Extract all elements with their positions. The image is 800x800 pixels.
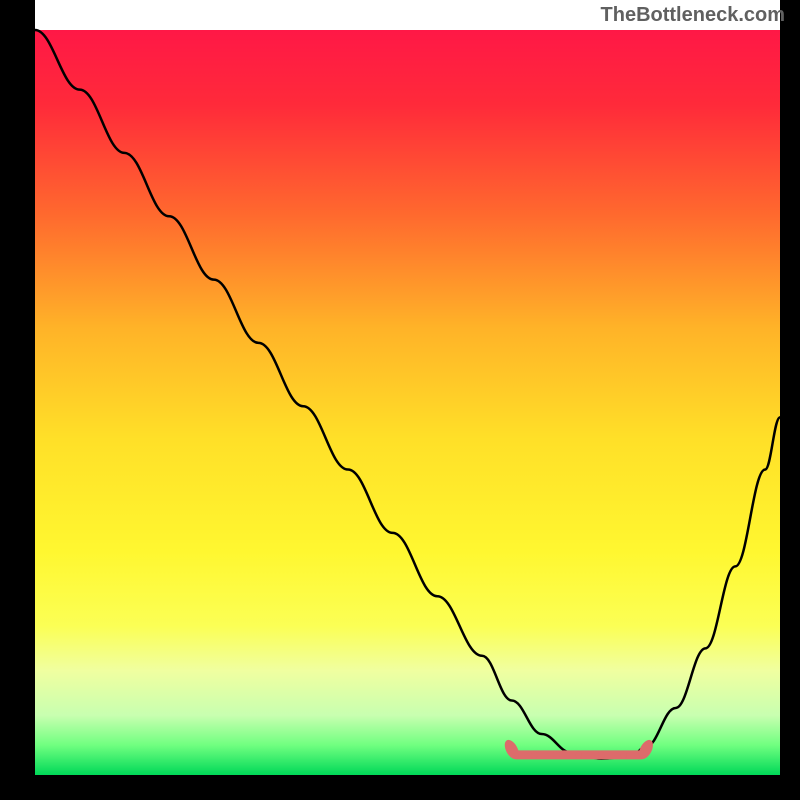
frame-right [780,0,800,800]
chart-background [35,30,780,775]
frame-bottom [0,775,800,800]
frame-left [0,0,35,800]
bottleneck-chart [0,0,800,800]
watermark-text: TheBottleneck.com [601,4,785,27]
